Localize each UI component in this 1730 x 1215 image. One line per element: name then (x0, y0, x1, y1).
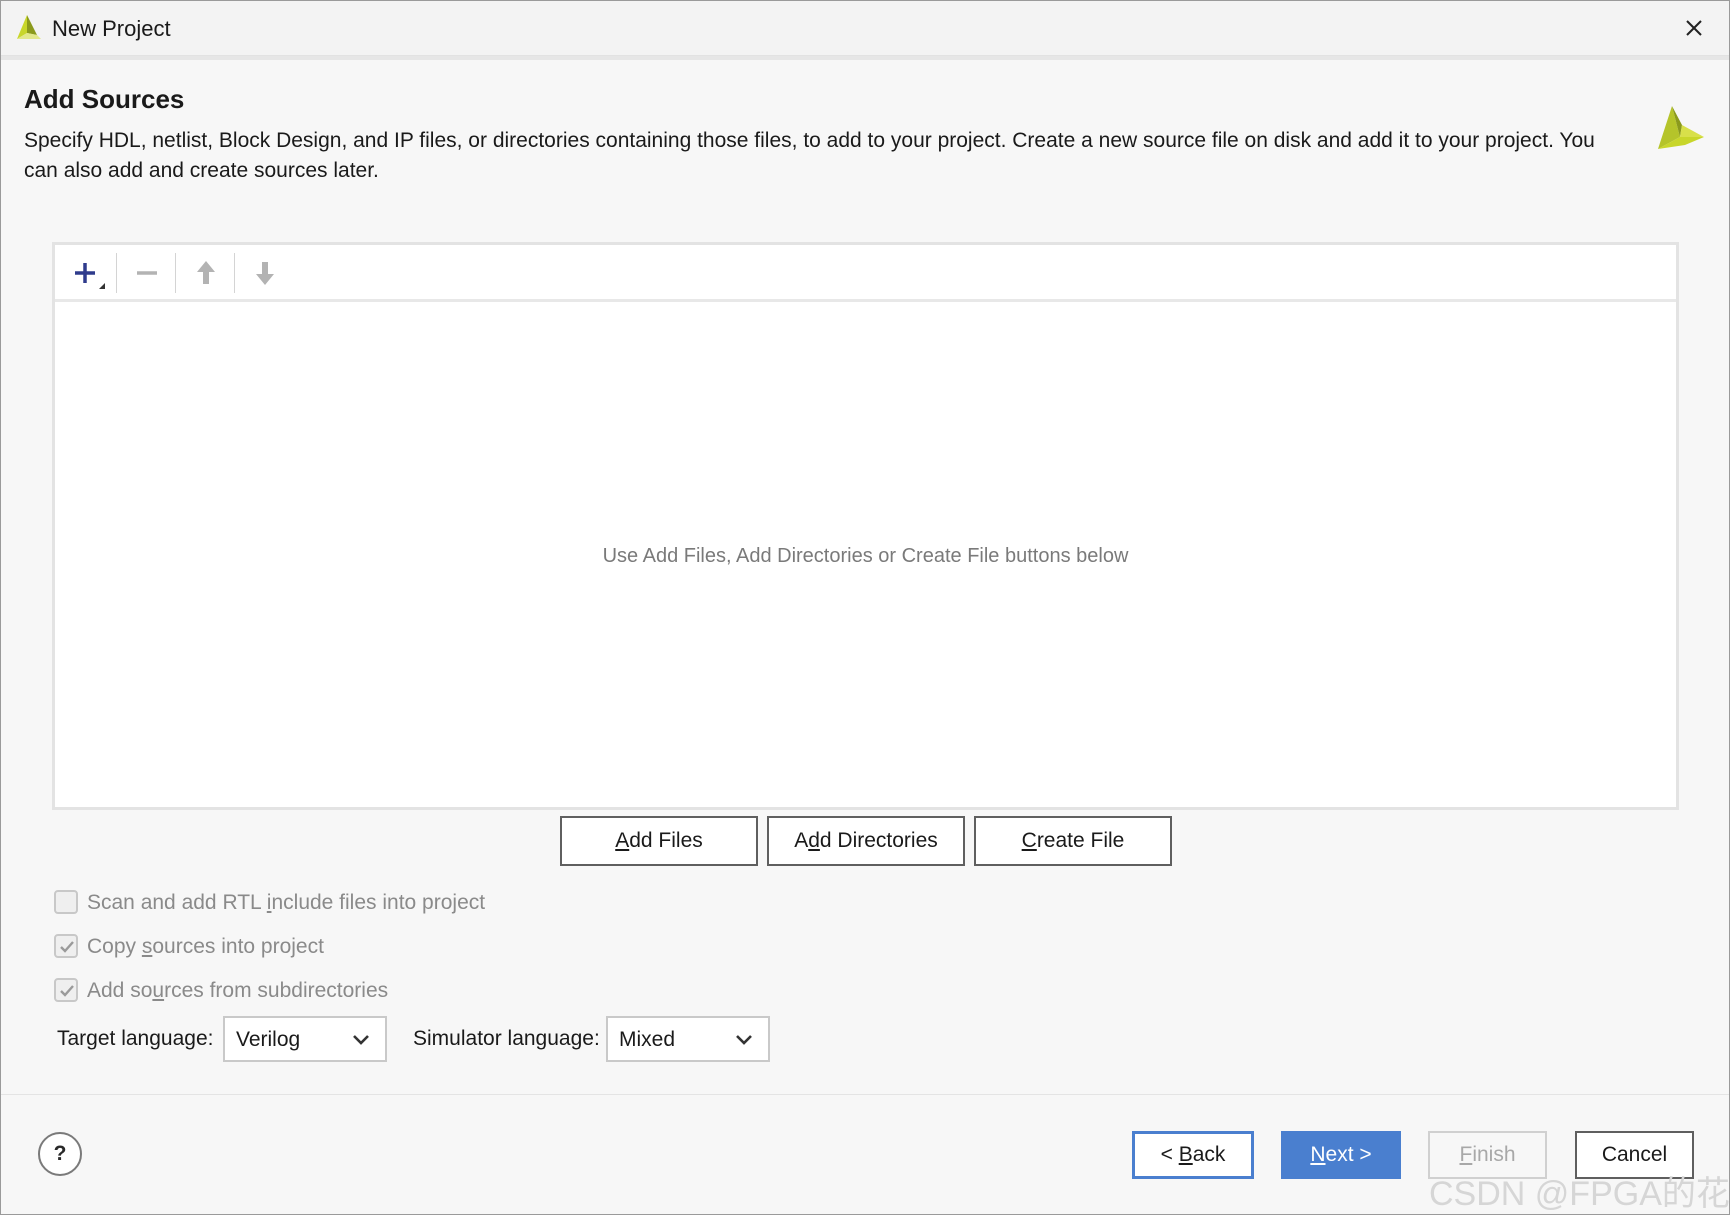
chevron-down-icon (353, 1035, 369, 1045)
simulator-language-label: Simulator language: (413, 1027, 600, 1050)
mnemonic: s (141, 935, 153, 958)
mnemonic: N (1310, 1143, 1326, 1166)
selected-value: Verilog (236, 1028, 301, 1051)
label-part: d Directories (819, 829, 938, 852)
back-button[interactable]: < Back (1132, 1131, 1254, 1179)
remove-icon[interactable] (125, 253, 169, 293)
checkbox-label: Add sources from subdirectories (87, 979, 388, 1003)
selected-value: Mixed (619, 1028, 676, 1051)
toolbar-separator (116, 253, 117, 293)
watermark: CSDN @FPGA的花路 (1429, 1175, 1730, 1213)
label-part: nclude files into project (271, 891, 486, 914)
help-button[interactable]: ? (38, 1132, 82, 1176)
vivado-logo-icon (17, 15, 41, 39)
label-part: inish (1472, 1143, 1516, 1166)
empty-list-hint: Use Add Files, Add Directories or Create… (602, 545, 1129, 567)
label-part: < (1160, 1143, 1179, 1166)
mnemonic: F (1459, 1143, 1473, 1166)
header-divider (1, 56, 1729, 60)
toolbar-separator (175, 253, 176, 293)
page-description: Specify HDL, netlist, Block Design, and … (24, 129, 1595, 182)
sources-list[interactable]: Use Add Files, Add Directories or Create… (52, 242, 1679, 810)
title-bar: New Project (1, 1, 1729, 56)
label-part: ext > (1325, 1143, 1372, 1166)
label-part: Copy (87, 935, 142, 958)
label-part: A (794, 829, 809, 852)
mnemonic: A (615, 829, 630, 852)
mnemonic: B (1178, 1143, 1193, 1166)
label-part: ources into project (152, 935, 324, 958)
window-title: New Project (52, 16, 171, 41)
add-files-button[interactable]: Add Files (560, 816, 758, 866)
mnemonic: d (808, 829, 820, 852)
check-icon (60, 941, 74, 953)
vivado-logo-icon (1658, 106, 1704, 149)
checkbox[interactable] (54, 934, 78, 958)
label-part: ack (1192, 1143, 1226, 1166)
next-button[interactable]: Next > (1281, 1131, 1401, 1179)
check-icon (60, 985, 74, 997)
checkbox[interactable] (54, 890, 78, 914)
mnemonic: u (152, 979, 165, 1002)
label-part: rces from subdirectories (164, 979, 389, 1002)
move-up-icon[interactable] (184, 253, 228, 293)
sources-toolbar (55, 245, 1676, 302)
chevron-down-icon (736, 1035, 752, 1045)
close-icon[interactable] (1677, 11, 1711, 45)
footer-divider (1, 1094, 1729, 1095)
mnemonic: C (1021, 829, 1037, 852)
add-directories-button[interactable]: Add Directories (767, 816, 965, 866)
label-part: Add so (87, 979, 153, 1002)
checkbox-label: Copy sources into project (87, 935, 324, 959)
toolbar-separator (234, 253, 235, 293)
checkbox[interactable] (54, 978, 78, 1002)
target-language-select[interactable]: Verilog (223, 1016, 387, 1062)
simulator-language-select[interactable]: Mixed (606, 1016, 770, 1062)
label-part: dd Files (629, 829, 703, 852)
create-file-button[interactable]: Create File (974, 816, 1172, 866)
page-title: Add Sources (24, 84, 185, 114)
checkbox-label: Scan and add RTL include files into proj… (87, 891, 485, 915)
add-icon[interactable] (65, 253, 109, 293)
move-down-icon[interactable] (243, 253, 287, 293)
label-part: Scan and add RTL (87, 891, 267, 914)
target-language-label: Target language: (57, 1027, 214, 1050)
new-project-dialog: New Project Add Sources Specify HDL, net… (0, 0, 1730, 1215)
label-part: reate File (1036, 829, 1125, 852)
